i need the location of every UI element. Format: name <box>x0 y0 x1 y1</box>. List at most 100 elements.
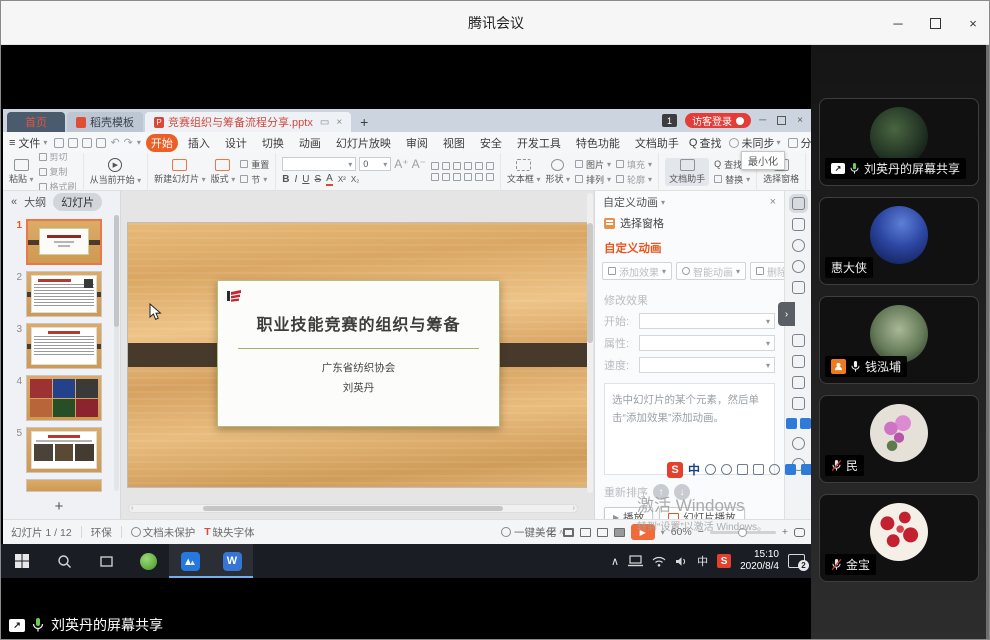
ime-indicator[interactable]: 中 <box>697 553 708 569</box>
strike-button[interactable]: S <box>314 174 321 185</box>
taskbar-clock[interactable]: 15:10 2020/8/4 <box>740 549 779 574</box>
participant-tile-sharing[interactable]: ↗ 刘英丹的屏幕共享 <box>819 98 979 186</box>
outline-button[interactable]: 轮廓 ▾ <box>616 173 652 186</box>
reset-button[interactable]: 重置 <box>240 158 269 171</box>
menu-tab-assistant[interactable]: 文档助手 <box>630 134 684 152</box>
outline-tab[interactable]: 大纲 <box>24 194 46 210</box>
protect-status[interactable]: 文档未保护 <box>131 525 196 540</box>
cut-button[interactable]: 剪切 <box>39 153 77 163</box>
smart-animation-button[interactable]: 智能动画▾ <box>676 262 746 280</box>
copy-button[interactable]: 复制 <box>39 165 77 178</box>
move-up-icon[interactable]: ↑ <box>653 484 669 500</box>
participant-tile[interactable]: 惠大侠 <box>819 197 979 285</box>
export-tool-icon[interactable] <box>792 376 805 389</box>
zoom-out-icon[interactable]: − <box>698 526 704 538</box>
expand-pane-handle[interactable]: › <box>778 302 795 326</box>
task-view-button[interactable] <box>85 544 127 578</box>
speed-select[interactable]: ▾ <box>639 357 775 373</box>
indent-decrease-icon[interactable] <box>453 162 461 170</box>
editor-hscrollbar[interactable]: ‹› <box>128 504 578 513</box>
slide-thumbnail-3[interactable] <box>26 323 102 369</box>
taskbar-search-button[interactable] <box>43 544 85 578</box>
menu-tab-security[interactable]: 安全 <box>475 134 507 152</box>
bold-button[interactable]: B <box>282 174 289 185</box>
output-icon[interactable] <box>68 138 78 148</box>
taskbar-app-meeting[interactable] <box>169 544 211 578</box>
tab-docer[interactable]: 稻壳模板 <box>67 112 143 132</box>
picture-button[interactable]: 图片 ▾ <box>575 158 611 171</box>
sidebar-scrollbar[interactable] <box>986 45 989 640</box>
italic-button[interactable]: I <box>294 174 297 185</box>
slide-thumbnail-5[interactable] <box>26 427 102 473</box>
doc-assistant-button[interactable]: 文档助手 <box>665 158 709 186</box>
reading-view-icon[interactable] <box>614 528 625 537</box>
editor-vscrollbar[interactable] <box>587 193 593 493</box>
superscript-button[interactable]: X² <box>338 175 346 184</box>
effects-tool-icon[interactable] <box>792 239 805 252</box>
ime-skin-icon[interactable] <box>785 464 796 475</box>
play-from-current-button[interactable]: ▶从当前开始 ▾ <box>90 158 142 186</box>
chevron-down-icon[interactable]: ▾ <box>661 528 665 537</box>
slide-title-card[interactable]: 职业技能竞赛的组织与筹备 广东省纺织协会 刘英丹 <box>217 280 500 427</box>
archive-tool-icon[interactable] <box>792 397 805 410</box>
align-left-icon[interactable] <box>431 173 439 181</box>
sync-status[interactable]: 未同步 ▾ <box>729 135 780 151</box>
numbering-icon[interactable] <box>442 162 450 170</box>
close-icon[interactable]: × <box>965 16 981 31</box>
device-icon[interactable] <box>628 555 643 567</box>
zoom-slider[interactable] <box>710 531 776 534</box>
collapse-panel-icon[interactable]: « <box>11 196 17 208</box>
text-direction-icon[interactable] <box>475 162 483 170</box>
increase-font-icon[interactable]: A⁺ <box>394 157 408 171</box>
skin-icon[interactable] <box>786 418 797 429</box>
wifi-icon[interactable] <box>652 556 666 567</box>
print-icon[interactable] <box>82 138 92 148</box>
property-select[interactable]: ▾ <box>639 335 775 351</box>
start-button[interactable] <box>1 544 43 578</box>
wps-close-icon[interactable]: × <box>797 115 803 126</box>
chevron-down-icon[interactable]: ▾ <box>137 138 141 147</box>
participant-tile[interactable]: 民 <box>819 395 979 483</box>
font-size-combo[interactable]: 0▾ <box>359 157 391 171</box>
new-tab-button[interactable]: + <box>353 112 375 132</box>
column-view-icon[interactable] <box>597 528 608 537</box>
speaker-icon[interactable] <box>675 556 688 567</box>
menu-tab-insert[interactable]: 插入 <box>183 134 215 152</box>
help-tool-icon[interactable] <box>792 437 805 450</box>
sorter-view-icon[interactable] <box>580 528 591 537</box>
slide-canvas[interactable]: 职业技能竞赛的组织与筹备 广东省纺织协会 刘英丹 <box>128 223 591 487</box>
menu-tab-transition[interactable]: 切换 <box>257 134 289 152</box>
maximize-icon[interactable] <box>930 18 941 29</box>
taskbar-app-wps[interactable]: W <box>211 544 253 578</box>
slide-thumbnail-2[interactable] <box>26 271 102 317</box>
save-icon[interactable] <box>54 138 64 148</box>
font-name-combo[interactable]: ▾ <box>282 157 356 171</box>
arrange-button[interactable]: 排列 ▾ <box>575 173 611 186</box>
section-button[interactable]: 节 ▾ <box>240 173 269 186</box>
participant-tile-host[interactable]: 钱泓埔 <box>819 296 979 384</box>
new-slide-button[interactable]: 新建幻灯片 ▾ <box>154 159 206 185</box>
pane-close-icon[interactable]: × <box>770 196 776 208</box>
font-color-button[interactable]: A <box>326 173 333 186</box>
notes-icon[interactable]: ☰ <box>547 526 556 538</box>
format-painter-button[interactable]: 格式刷 <box>39 180 77 191</box>
animation-tool-icon[interactable] <box>792 197 805 210</box>
shape-button[interactable]: 形状 ▾ <box>545 159 570 185</box>
menu-tab-devtools[interactable]: 开发工具 <box>512 134 566 152</box>
tab-close-icon[interactable]: × <box>336 117 342 128</box>
columns-icon[interactable] <box>486 173 494 181</box>
selection-pane-link[interactable]: 选择窗格 <box>595 213 784 233</box>
panel-scrollbar-thumb[interactable] <box>114 215 119 327</box>
slides-tab[interactable]: 幻灯片 <box>53 193 102 211</box>
add-effect-button[interactable]: 添加效果▾ <box>602 262 672 280</box>
align-center-icon[interactable] <box>442 173 450 181</box>
normal-view-icon[interactable] <box>563 528 574 537</box>
sogou-logo-icon[interactable]: S <box>667 462 683 478</box>
line-spacing-icon[interactable] <box>486 162 494 170</box>
slideshow-play-button[interactable]: ▶ <box>631 524 655 540</box>
hidden-icons-chevron[interactable]: ∧ <box>611 555 619 568</box>
menu-tab-start[interactable]: 开始 <box>146 134 178 152</box>
file-menu[interactable]: ≡ 文件 ▾ <box>9 135 47 151</box>
missing-fonts-status[interactable]: T缺失字体 <box>204 525 254 540</box>
menu-tab-slideshow[interactable]: 幻灯片放映 <box>331 134 396 152</box>
